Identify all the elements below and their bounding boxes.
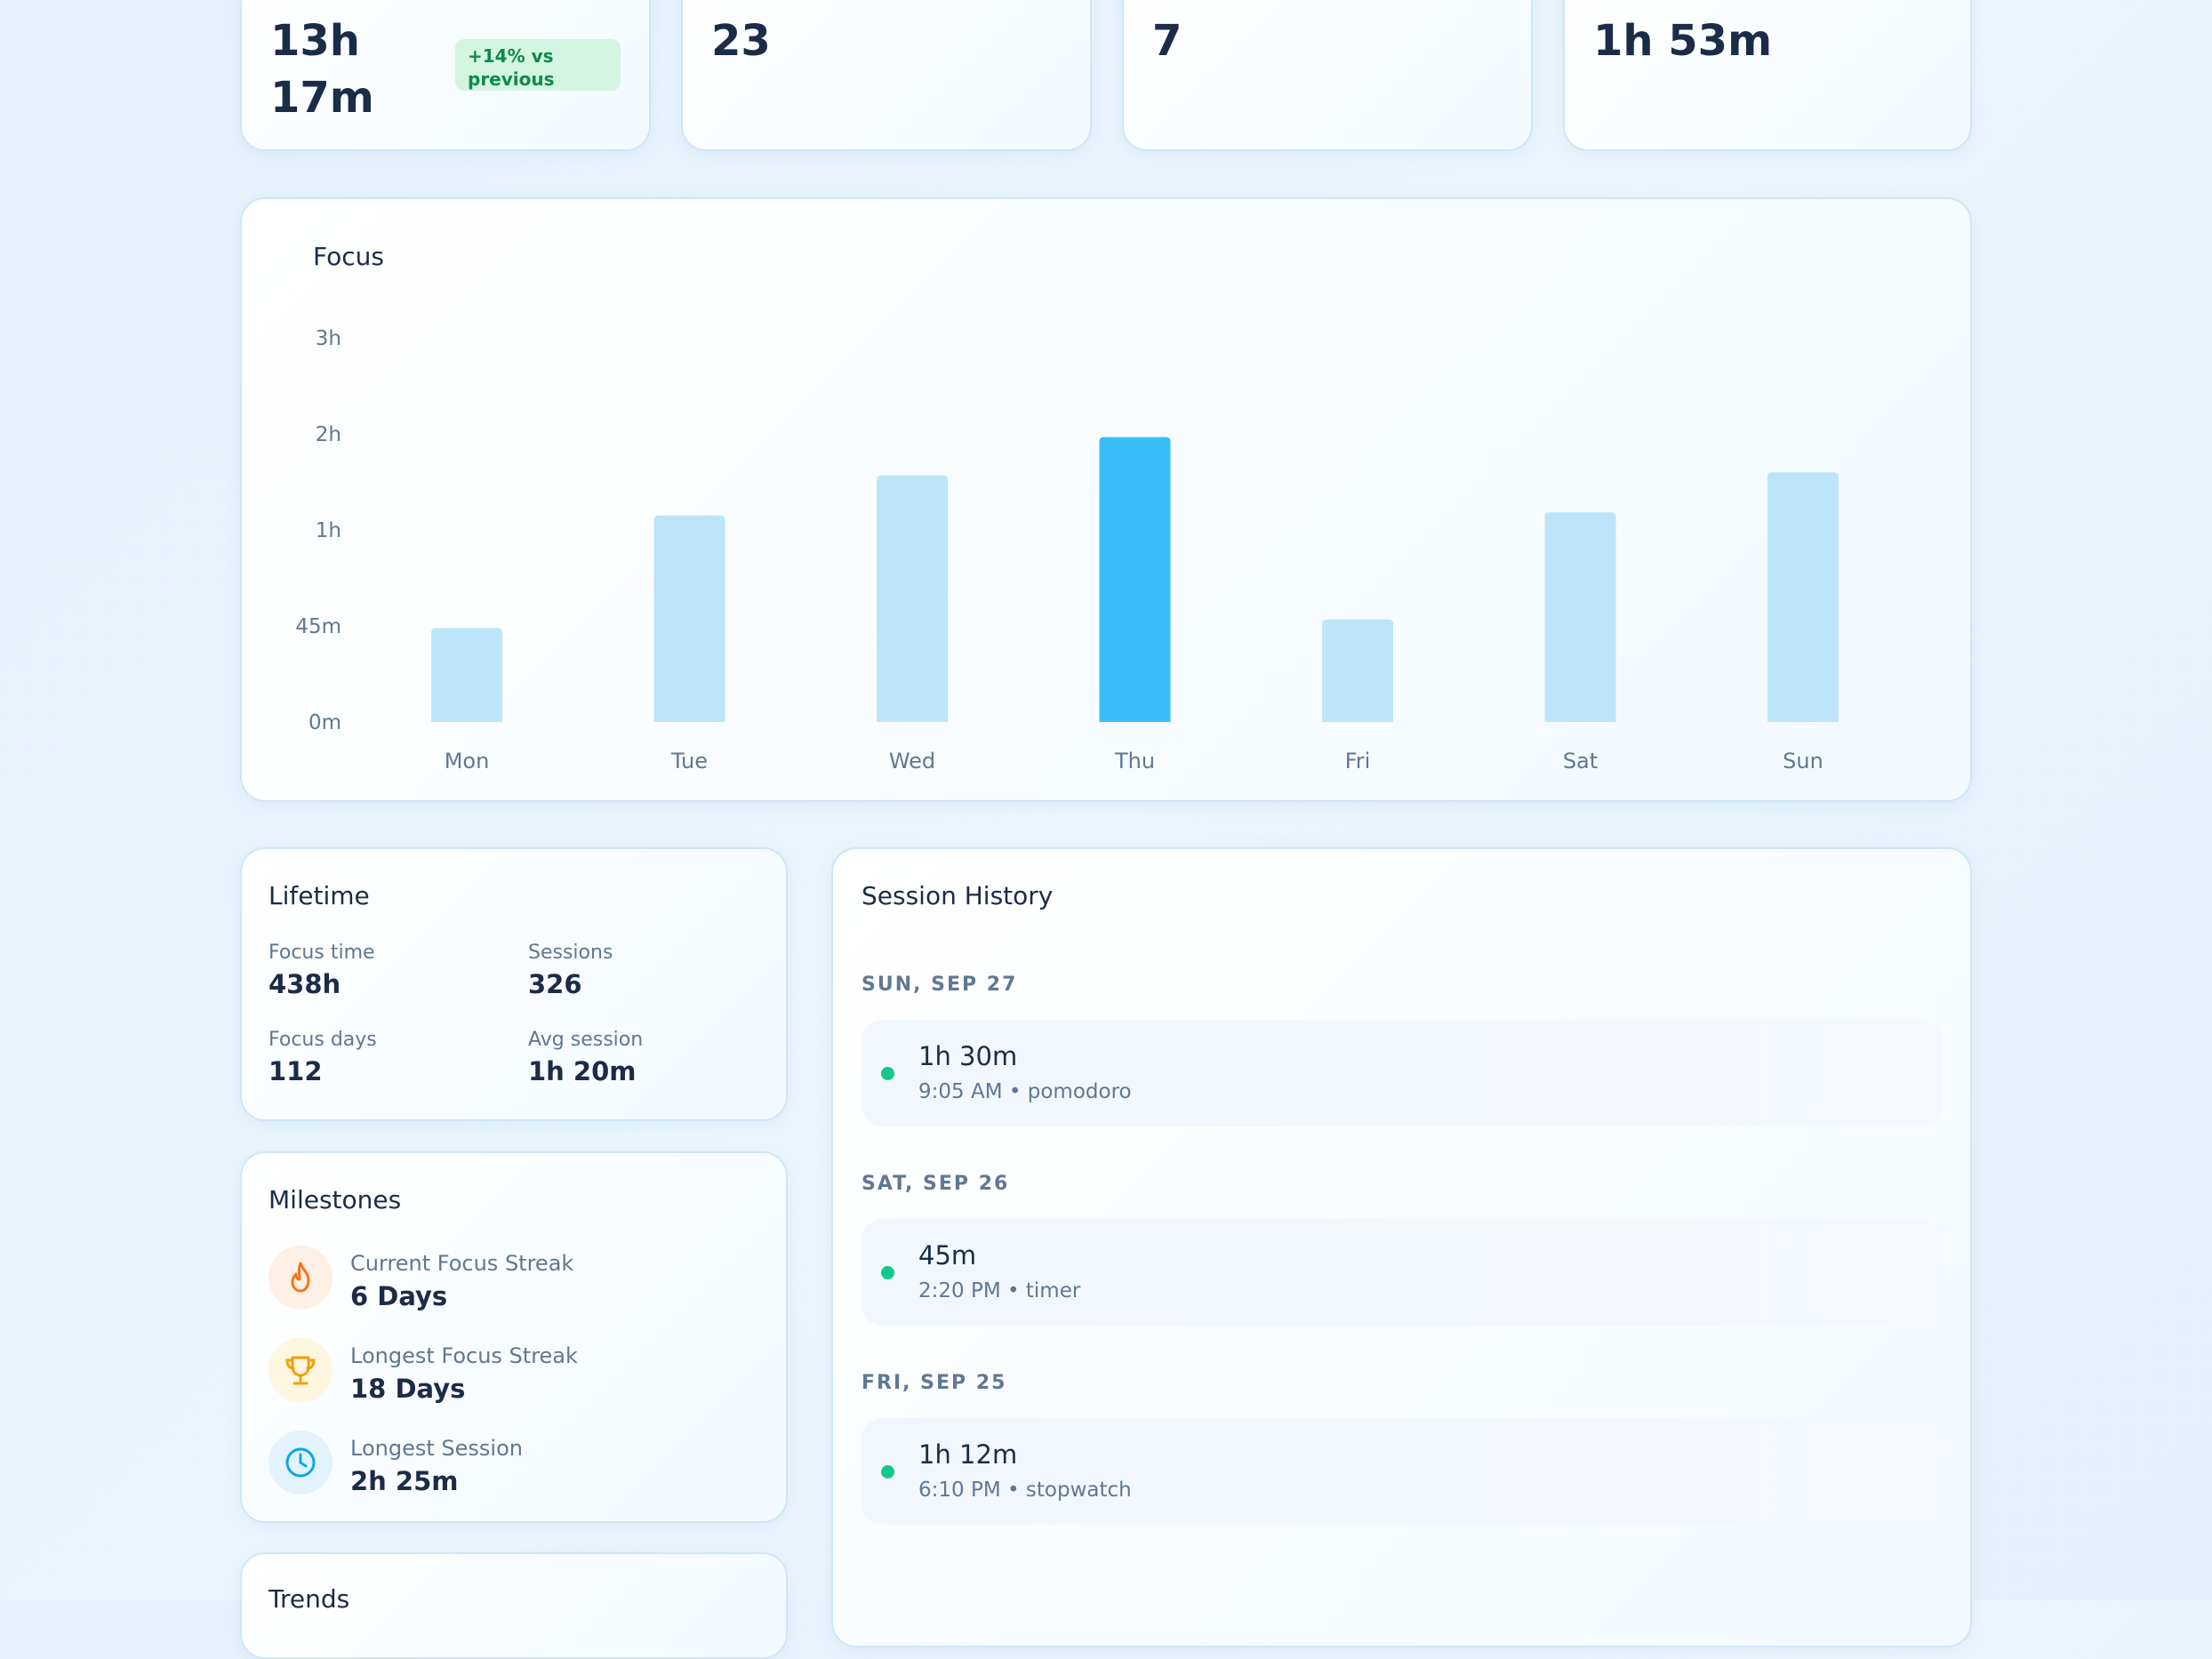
session-item[interactable]: 1h 30m 9:05 AM • pomodoro	[862, 1020, 1943, 1126]
day-heading: SUN, SEP 27	[862, 974, 1018, 996]
trends-card: Trends	[240, 1552, 788, 1659]
x-tick-label: Fri	[1345, 749, 1371, 773]
change-badge: +14% vs previous	[455, 39, 621, 91]
milestone-longest-session: Longest Session 2h 25m	[268, 1431, 749, 1496]
focus-chart-card: Focus 0m 45m 1h 2h 3h Mon Tue Wed Thu Fri Sat Sun	[240, 197, 1972, 802]
stat-value: 1h 20m	[528, 1056, 637, 1086]
y-tick-label: 0m	[309, 711, 341, 734]
x-tick-label: Thu	[1114, 749, 1155, 773]
milestone-current-streak: Current Focus Streak 6 Days	[268, 1246, 749, 1311]
clock-icon	[268, 1431, 333, 1495]
lifetime-sessions: Sessions 326	[528, 942, 613, 999]
session-time: 9:05 AM	[918, 1080, 1003, 1103]
stat-card-average: 1h 53m	[1563, 0, 1972, 151]
session-mode: stopwatch	[1025, 1479, 1132, 1502]
stat-label: Avg session	[528, 1029, 644, 1051]
y-tick-label: 45m	[295, 615, 341, 638]
y-tick-label: 2h	[316, 423, 341, 446]
lifetime-card: Lifetime Focus time 438h Sessions 326 Fo…	[240, 847, 788, 1121]
bar-fri[interactable]	[1322, 619, 1393, 722]
stat-value: 13h 17m	[270, 16, 374, 123]
session-meta: 9:05 AM • pomodoro	[918, 1080, 1132, 1103]
day-heading: SAT, SEP 26	[862, 1173, 1010, 1195]
x-tick-label: Wed	[889, 749, 935, 773]
stat-label: Focus time	[268, 942, 375, 964]
session-meta: 6:10 PM • stopwatch	[918, 1479, 1132, 1502]
milestone-value: 18 Days	[350, 1374, 466, 1404]
session-mode: pomodoro	[1027, 1080, 1132, 1103]
milestone-value: 6 Days	[350, 1281, 448, 1311]
milestone-longest-streak: Longest Focus Streak 18 Days	[268, 1338, 749, 1404]
stat-label: Focus days	[268, 1029, 377, 1051]
trophy-icon	[268, 1338, 333, 1402]
session-duration: 1h 12m	[918, 1439, 1018, 1470]
stat-value: 112	[268, 1056, 323, 1086]
history-title: Session History	[862, 881, 1054, 910]
bar-wed[interactable]	[877, 475, 948, 722]
day-heading: FRI, SEP 25	[862, 1372, 1007, 1394]
stat-label: Sessions	[528, 942, 613, 964]
focus-bar-chart: 0m 45m 1h 2h 3h Mon Tue Wed Thu Fri Sat Sun	[295, 327, 1839, 773]
lifetime-avg-session: Avg session 1h 20m	[528, 1029, 643, 1086]
milestone-label: Longest Session	[350, 1436, 523, 1461]
session-history-card: Session History SUN, SEP 27 1h 30m 9:05 …	[831, 847, 1972, 1647]
session-duration: 1h 30m	[918, 1041, 1018, 1071]
session-duration: 45m	[918, 1240, 977, 1270]
bar-thu[interactable]	[1099, 437, 1171, 722]
stat-card-sessions: 23	[681, 0, 1092, 151]
separator: •	[1007, 1479, 1020, 1502]
bar-mon[interactable]	[431, 628, 502, 722]
y-tick-label: 3h	[316, 327, 341, 350]
x-tick-label: Sun	[1783, 749, 1823, 773]
stat-value: 1h 53m	[1593, 16, 1773, 66]
lifetime-focus-time: Focus time 438h	[268, 942, 375, 999]
session-time: 6:10 PM	[918, 1479, 1001, 1502]
separator: •	[1007, 1279, 1020, 1302]
milestones-title: Milestones	[268, 1185, 402, 1214]
lifetime-title: Lifetime	[268, 881, 370, 910]
stat-card-total-focus: 13h 17m +14% vs previous	[240, 0, 651, 151]
milestone-label: Current Focus Streak	[350, 1251, 574, 1276]
bar-sat[interactable]	[1544, 512, 1616, 722]
y-tick-label: 1h	[316, 519, 341, 542]
milestone-label: Longest Focus Streak	[350, 1343, 578, 1368]
x-tick-label: Mon	[445, 749, 490, 773]
stat-value: 23	[711, 16, 771, 66]
stat-value: 326	[528, 969, 582, 999]
session-time: 2:20 PM	[918, 1279, 1001, 1302]
trends-title: Trends	[268, 1584, 350, 1614]
session-item[interactable]: 1h 12m 6:10 PM • stopwatch	[862, 1418, 1943, 1525]
bar-sun[interactable]	[1767, 472, 1839, 722]
stat-value: 7	[1152, 16, 1182, 66]
milestones-card: Milestones Current Focus Streak 6 Days L…	[240, 1151, 788, 1523]
stat-card-days: 7	[1122, 0, 1533, 151]
x-tick-label: Tue	[670, 749, 708, 773]
session-item[interactable]: 45m 2:20 PM • timer	[862, 1219, 1943, 1326]
session-mode: timer	[1025, 1279, 1081, 1302]
status-dot	[881, 1266, 894, 1279]
status-dot	[881, 1465, 894, 1479]
flame-icon	[268, 1246, 333, 1310]
x-tick-label: Sat	[1563, 749, 1598, 773]
lifetime-focus-days: Focus days 112	[268, 1029, 377, 1086]
separator: •	[1008, 1080, 1022, 1103]
milestone-value: 2h 25m	[350, 1466, 459, 1496]
status-dot	[881, 1067, 894, 1080]
stat-value: 438h	[268, 969, 341, 999]
session-meta: 2:20 PM • timer	[918, 1279, 1080, 1302]
bar-tue[interactable]	[653, 515, 725, 722]
